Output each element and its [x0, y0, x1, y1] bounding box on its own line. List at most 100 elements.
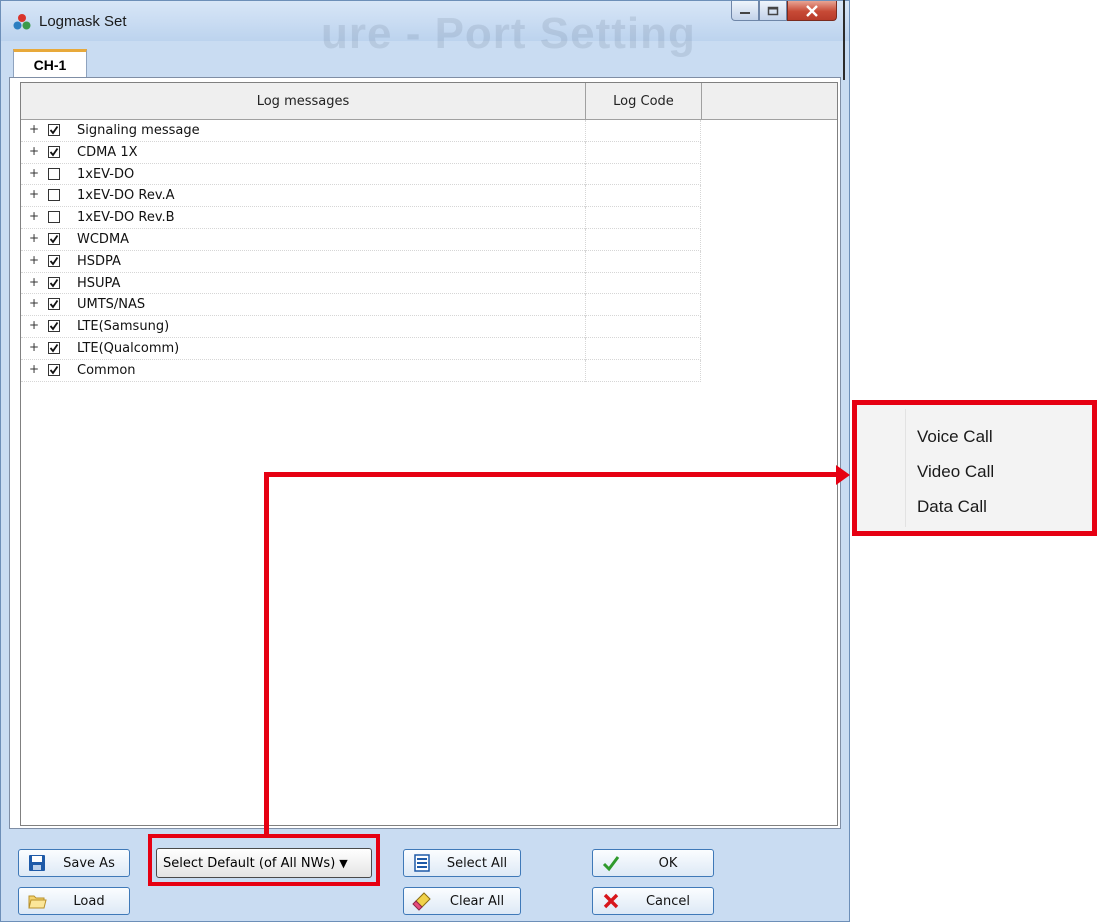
log-code-cell[interactable] — [585, 337, 701, 360]
column-header-log-code[interactable]: Log Code — [586, 83, 702, 119]
table-row[interactable]: +1xEV-DO Rev.A — [21, 185, 837, 208]
clear-all-button[interactable]: Clear All — [403, 887, 521, 915]
table-row[interactable]: + UMTS/NAS — [21, 294, 837, 317]
log-message-cell[interactable]: + LTE(Samsung) — [21, 316, 585, 338]
expand-icon[interactable]: + — [29, 122, 39, 136]
annotation-line-horizontal — [264, 472, 839, 477]
log-code-cell[interactable] — [585, 359, 701, 382]
title-bar[interactable]: Logmask Set ure - Port Setting — [1, 1, 849, 58]
annotation-line-vertical — [264, 472, 269, 835]
log-message-cell[interactable]: + HSUPA — [21, 273, 585, 295]
row-checkbox[interactable] — [48, 232, 60, 245]
log-message-cell[interactable]: +1xEV-DO — [21, 164, 585, 186]
close-button[interactable] — [787, 1, 837, 21]
table-row[interactable]: + CDMA 1X — [21, 141, 837, 164]
minimize-button[interactable] — [731, 1, 759, 21]
table-row[interactable]: + HSUPA — [21, 272, 837, 295]
log-message-cell[interactable]: + WCDMA — [21, 229, 585, 251]
column-header-log-messages[interactable]: Log messages — [21, 83, 586, 119]
log-code-cell[interactable] — [585, 228, 701, 251]
expand-icon[interactable]: + — [29, 253, 39, 267]
log-code-cell[interactable] — [585, 250, 701, 273]
row-label: UMTS/NAS — [77, 297, 146, 313]
expand-icon[interactable]: + — [29, 340, 39, 354]
row-checkbox[interactable] — [48, 189, 60, 202]
log-message-cell[interactable]: + HSDPA — [21, 251, 585, 273]
table-row[interactable]: +1xEV-DO — [21, 163, 837, 186]
expand-icon[interactable]: + — [29, 318, 39, 332]
row-label: LTE(Qualcomm) — [77, 340, 180, 356]
dropdown-highlight-box — [148, 834, 380, 886]
expand-icon[interactable]: + — [29, 275, 39, 289]
tab-panel: Log messages Log Code + Signaling message… — [9, 77, 841, 829]
menu-item-video-call[interactable]: Video Call — [917, 456, 994, 488]
log-message-cell[interactable]: + LTE(Qualcomm) — [21, 338, 585, 360]
row-checkbox[interactable] — [48, 341, 60, 354]
tab-ch-1[interactable]: CH-1 — [13, 49, 87, 77]
row-label: WCDMA — [77, 231, 130, 247]
expand-icon[interactable]: + — [29, 362, 39, 376]
ok-button[interactable]: OK — [592, 849, 714, 877]
row-checkbox[interactable] — [48, 298, 60, 311]
table-row[interactable]: + WCDMA — [21, 228, 837, 251]
save-as-button[interactable]: Save As — [18, 849, 130, 877]
select-all-button[interactable]: Select All — [403, 849, 521, 877]
app-icon — [13, 14, 31, 30]
row-label: 1xEV-DO Rev.A — [77, 188, 175, 204]
log-message-cell[interactable]: + CDMA 1X — [21, 142, 585, 164]
row-checkbox[interactable] — [48, 254, 60, 267]
maximize-button[interactable] — [759, 1, 787, 21]
row-checkbox[interactable] — [48, 145, 60, 158]
table-row[interactable]: + Signaling message — [21, 120, 837, 142]
logmask-set-window: Logmask Set ure - Port Setting CH-1 Log … — [0, 0, 850, 922]
row-checkbox[interactable] — [48, 276, 60, 289]
log-message-cell[interactable]: + Signaling message — [21, 120, 585, 142]
menu-item-voice-call[interactable]: Voice Call — [917, 421, 993, 453]
checkmark-icon — [49, 278, 59, 288]
table-row[interactable]: + HSDPA — [21, 250, 837, 273]
log-message-grid: Log messages Log Code + Signaling message… — [20, 82, 838, 826]
expand-icon[interactable]: + — [29, 209, 39, 223]
log-message-cell[interactable]: +1xEV-DO Rev.A — [21, 185, 585, 208]
table-row[interactable]: + Common — [21, 359, 837, 382]
expand-icon[interactable]: + — [29, 296, 39, 310]
log-code-cell[interactable] — [585, 120, 701, 142]
log-code-cell[interactable] — [585, 316, 701, 338]
log-code-cell[interactable] — [585, 163, 701, 186]
row-checkbox[interactable] — [48, 167, 60, 180]
log-message-cell[interactable]: + UMTS/NAS — [21, 294, 585, 317]
log-code-cell[interactable] — [585, 272, 701, 295]
log-code-cell[interactable] — [585, 141, 701, 164]
log-code-cell[interactable] — [585, 207, 701, 229]
cancel-button[interactable]: Cancel — [592, 887, 714, 915]
expand-icon[interactable]: + — [29, 187, 39, 201]
table-row[interactable]: + LTE(Samsung) — [21, 316, 837, 338]
checkmark-icon — [49, 343, 59, 353]
row-checkbox[interactable] — [48, 320, 60, 333]
row-checkbox[interactable] — [48, 363, 60, 376]
background-window-edge — [843, 0, 845, 80]
row-checkbox[interactable] — [48, 211, 60, 224]
log-message-cell[interactable]: + Common — [21, 360, 585, 382]
cancel-label: Cancel — [645, 893, 691, 909]
clear-all-label: Clear All — [449, 893, 505, 909]
list-icon — [414, 854, 430, 872]
table-row[interactable]: + LTE(Qualcomm) — [21, 337, 837, 360]
row-checkbox[interactable] — [48, 124, 60, 136]
log-message-cell[interactable]: +1xEV-DO Rev.B — [21, 207, 585, 229]
log-code-cell[interactable] — [585, 294, 701, 317]
floppy-disk-icon — [29, 855, 45, 871]
select-default-popup-menu: Voice Call Video Call Data Call — [852, 400, 1097, 536]
log-code-cell[interactable] — [585, 185, 701, 208]
expand-icon[interactable]: + — [29, 166, 39, 180]
row-label: Signaling message — [77, 123, 200, 138]
checkmark-icon — [49, 322, 59, 331]
checkmark-icon — [49, 365, 59, 375]
checkmark-icon — [49, 125, 59, 135]
table-row[interactable]: +1xEV-DO Rev.B — [21, 207, 837, 229]
load-button[interactable]: Load — [18, 887, 130, 915]
menu-item-data-call[interactable]: Data Call — [917, 491, 987, 523]
checkmark-icon — [49, 256, 59, 266]
expand-icon[interactable]: + — [29, 144, 39, 158]
expand-icon[interactable]: + — [29, 231, 39, 245]
